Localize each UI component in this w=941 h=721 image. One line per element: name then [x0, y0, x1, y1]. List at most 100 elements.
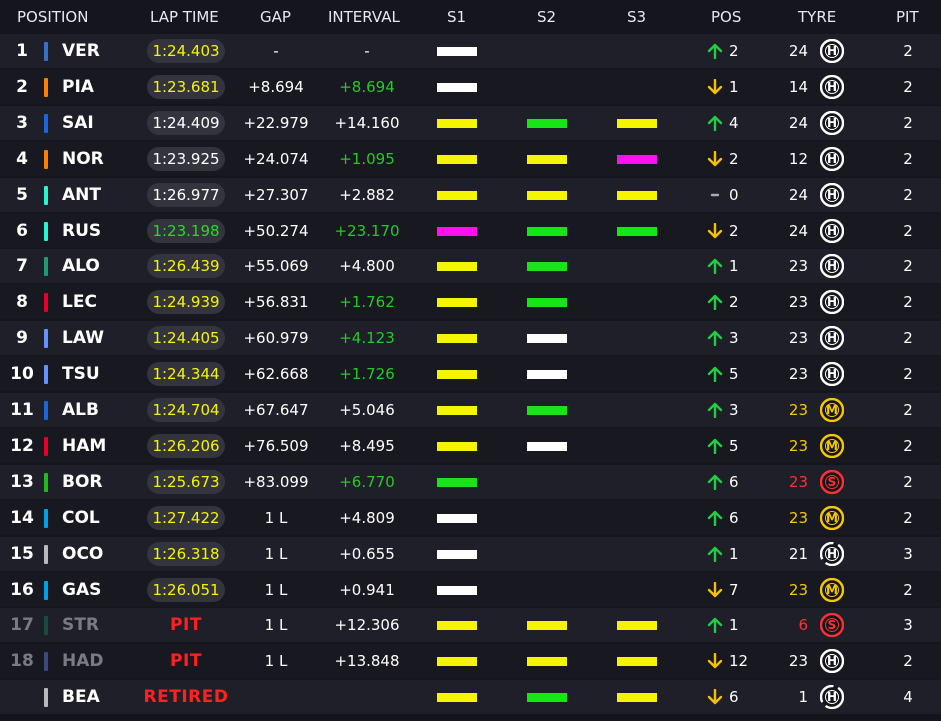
tyre-compound-letter: H — [827, 188, 837, 202]
header-position[interactable]: POSITION — [17, 8, 88, 26]
table-row[interactable]: 5 ANT 1:26.977 +27.307 +2.882 0 24 H 2 — [0, 177, 941, 212]
no-change-icon — [706, 178, 724, 212]
header-s1[interactable]: S1 — [447, 8, 466, 26]
position-change: 3 — [729, 401, 739, 419]
tyre-compound-letter: H — [827, 547, 837, 561]
table-row[interactable]: 3 SAI 1:24.409 +22.979 +14.160 4 24 H 2 — [0, 105, 941, 140]
position-number: 1 — [16, 41, 28, 61]
table-row[interactable]: 18 HAD PIT 1 L +13.848 12 23 H 2 — [0, 644, 941, 679]
header-gap[interactable]: GAP — [260, 8, 291, 26]
driver-code[interactable]: SAI — [62, 106, 94, 140]
table-row[interactable]: 1 VER 1:24.403 - - 2 24 H 2 — [0, 34, 941, 68]
header-pos[interactable]: POS — [711, 8, 741, 26]
tyre-compound-letter: H — [827, 690, 837, 704]
position-change: 5 — [729, 436, 739, 455]
pit-stops: 3 — [903, 616, 913, 635]
header-s2[interactable]: S2 — [537, 8, 556, 26]
header-tyre[interactable]: TYRE — [798, 8, 836, 26]
gap-value: +67.647 — [243, 401, 309, 419]
sector-s1-indicator — [437, 154, 477, 164]
lap-time-pill: 1:27.422 — [147, 505, 225, 530]
table-row[interactable]: 13 BOR 1:25.673 +83.099 +6.770 6 23 S 2 — [0, 464, 941, 499]
header-pit[interactable]: PIT — [896, 8, 919, 26]
sector-s1-indicator — [437, 118, 477, 128]
interval-value: +1.762 — [339, 293, 395, 312]
driver-code[interactable]: BEA — [62, 680, 100, 714]
tyre-medium-icon: M — [819, 433, 845, 459]
tyre-compound-letter: M — [826, 403, 838, 417]
position-number: 17 — [10, 615, 34, 636]
position-number: 10 — [10, 364, 34, 385]
position-change: 2 — [729, 149, 739, 168]
driver-code[interactable]: HAD — [62, 644, 104, 678]
driver-code[interactable]: ANT — [62, 178, 101, 212]
driver-code[interactable]: HAM — [62, 429, 106, 463]
team-color-bar — [44, 472, 48, 492]
driver-code[interactable]: OCO — [62, 537, 103, 571]
sector-s1-indicator — [437, 621, 477, 631]
driver-code[interactable]: PIA — [62, 70, 94, 104]
sector-s1-indicator — [437, 477, 477, 487]
pit-stops: 2 — [903, 293, 913, 312]
table-row[interactable]: 6 RUS 1:23.198 +50.274 +23.170 2 24 H 2 — [0, 213, 941, 248]
tyre-hard-icon: H — [819, 649, 845, 674]
table-row[interactable]: 4 NOR 1:23.925 +24.074 +1.095 2 12 H 2 — [0, 141, 941, 176]
table-row[interactable]: BEA RETIRED 6 1 H 4 — [0, 680, 941, 715]
team-color-bar — [44, 293, 48, 313]
driver-code[interactable]: ALB — [62, 393, 99, 427]
header-interval[interactable]: INTERVAL — [328, 8, 400, 26]
driver-code[interactable]: GAS — [62, 573, 101, 607]
driver-code[interactable]: ALO — [62, 249, 100, 283]
driver-code[interactable]: RUS — [62, 214, 101, 248]
interval-value: +5.046 — [339, 401, 395, 419]
driver-code[interactable]: LAW — [62, 321, 104, 355]
driver-code[interactable]: BOR — [62, 465, 103, 499]
table-row[interactable]: 16 GAS 1:26.051 1 L +0.941 7 23 M 2 — [0, 572, 941, 607]
pit-stops: 2 — [903, 401, 913, 419]
sector-s2-indicator — [527, 226, 567, 236]
tyre-medium-icon: M — [819, 577, 845, 602]
arrow-up-icon — [706, 429, 724, 463]
table-row[interactable]: 12 HAM 1:26.206 +76.509 +8.495 5 23 M 2 — [0, 428, 941, 463]
table-row[interactable]: 15 OCO 1:26.318 1 L +0.655 1 21 H 3 — [0, 536, 941, 571]
sector-s3-indicator — [617, 190, 657, 200]
sector-s2-indicator — [527, 262, 567, 272]
tyre-laps: 23 — [788, 329, 808, 348]
tyre-hard-icon: H — [819, 541, 845, 566]
position-number: 7 — [16, 256, 28, 277]
position-change: 1 — [729, 77, 739, 96]
driver-code[interactable]: LEC — [62, 285, 97, 319]
table-row[interactable]: 10 TSU 1:24.344 +62.668 +1.726 5 23 H 2 — [0, 357, 941, 392]
table-row[interactable]: 11 ALB 1:24.704 +67.647 +5.046 3 23 M 2 — [0, 393, 941, 427]
table-row[interactable]: 14 COL 1:27.422 1 L +4.809 6 23 M 2 — [0, 500, 941, 535]
arrow-up-icon — [706, 537, 724, 571]
lap-time-pill: 1:23.198 — [147, 218, 225, 243]
sector-s1-indicator — [437, 370, 477, 380]
driver-code[interactable]: NOR — [62, 142, 104, 176]
header-lap-time[interactable]: LAP TIME — [150, 8, 219, 26]
driver-code[interactable]: COL — [62, 501, 100, 535]
sector-s1-indicator — [437, 441, 477, 451]
position-number: 2 — [16, 76, 28, 97]
position-number — [0, 680, 44, 714]
driver-code[interactable]: STR — [62, 608, 99, 642]
driver-status: RETIRED — [143, 687, 229, 708]
table-row[interactable]: 9 LAW 1:24.405 +60.979 +4.123 3 23 H 2 — [0, 321, 941, 356]
table-row[interactable]: 8 LEC 1:24.939 +56.831 +1.762 2 23 H 2 — [0, 285, 941, 320]
lap-time-pill: 1:23.925 — [147, 146, 225, 171]
tyre-laps: 24 — [788, 113, 808, 132]
arrow-up-icon — [706, 608, 724, 642]
tyre-laps: 24 — [788, 185, 808, 204]
driver-code[interactable]: VER — [62, 34, 100, 68]
tyre-compound-letter: H — [827, 654, 837, 668]
position-change: 4 — [729, 113, 739, 132]
tyre-compound-letter: H — [827, 367, 837, 381]
driver-code[interactable]: TSU — [62, 357, 100, 391]
pit-stops: 2 — [903, 77, 913, 96]
position-change: 0 — [729, 185, 739, 204]
header-s3[interactable]: S3 — [627, 8, 646, 26]
team-color-bar — [44, 580, 48, 600]
table-row[interactable]: 7 ALO 1:26.439 +55.069 +4.800 1 23 H 2 — [0, 249, 941, 284]
table-row[interactable]: 2 PIA 1:23.681 +8.694 +8.694 1 14 H 2 — [0, 69, 941, 104]
table-row[interactable]: 17 STR PIT 1 L +12.306 1 6 S 3 — [0, 608, 941, 643]
